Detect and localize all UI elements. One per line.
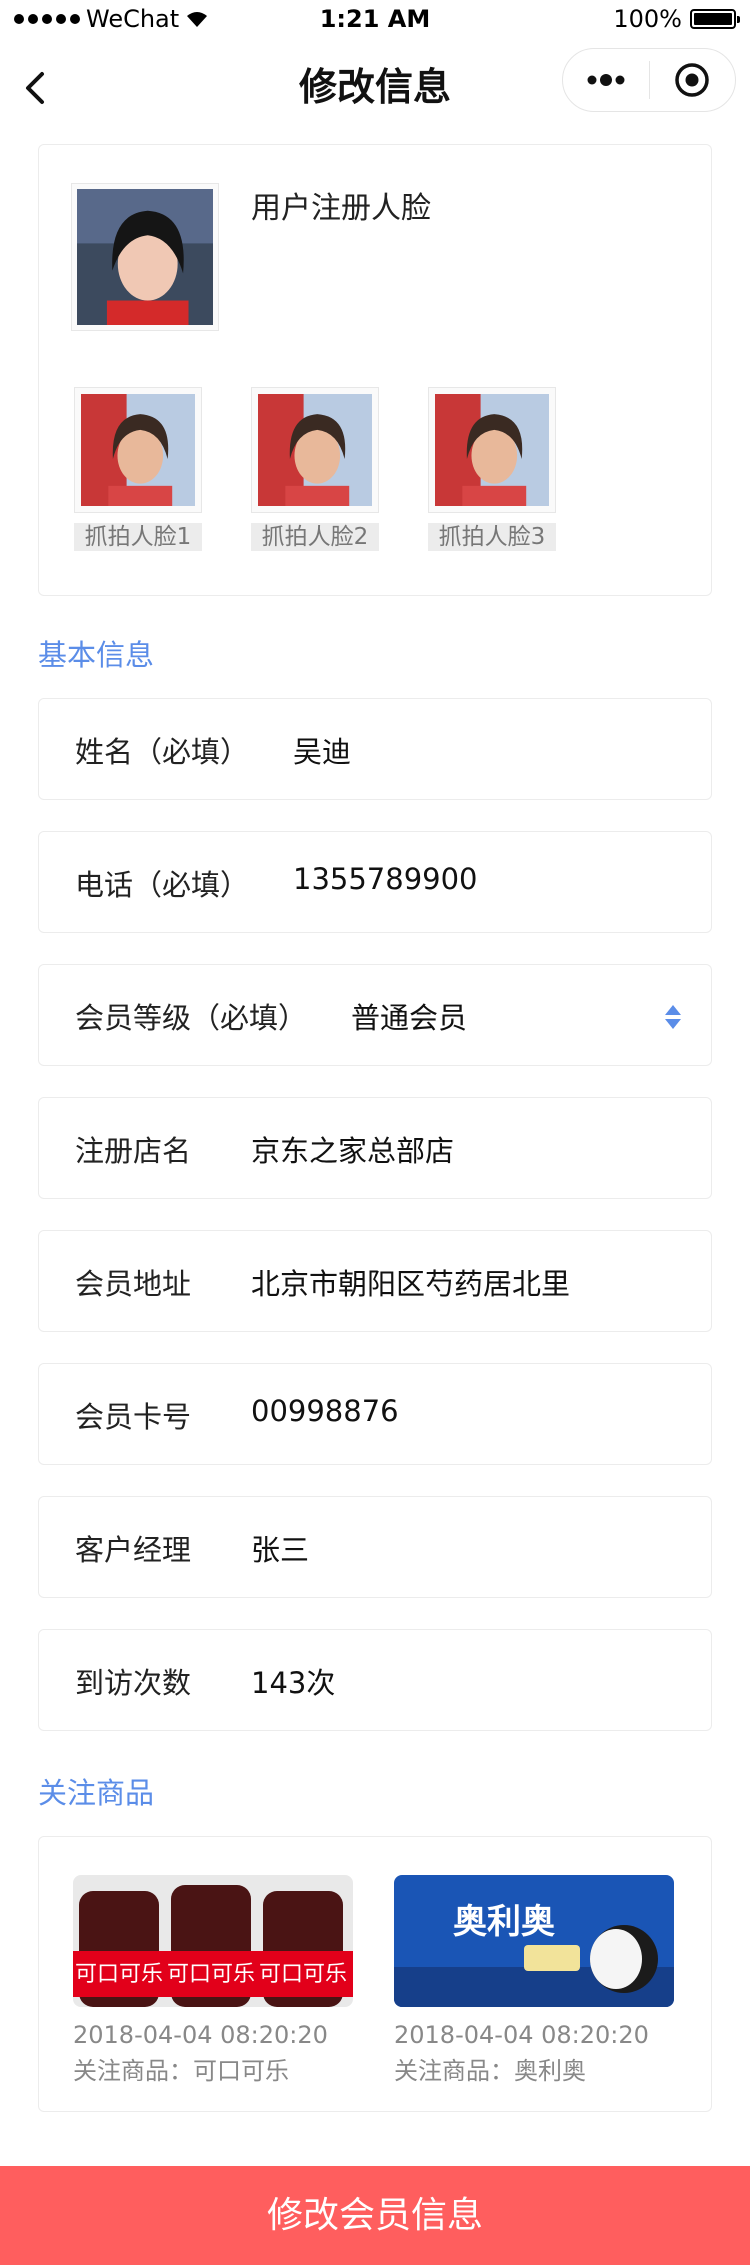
followed-products-card: 可口可乐 可口可乐 可口可乐 2018-04-04 08:20:20 关注商品：…: [38, 1836, 712, 2112]
update-member-button[interactable]: 修改会员信息: [0, 2166, 750, 2265]
more-menu-button[interactable]: [563, 49, 649, 111]
snap-face-photo: [428, 387, 556, 513]
svg-text:可口可乐: 可口可乐: [75, 1962, 163, 1987]
member-level-select[interactable]: 会员等级（必填） 普通会员: [38, 964, 712, 1066]
address-value[interactable]: 北京市朝阳区芍药居北里: [251, 1261, 570, 1303]
status-bar: WeChat 1:21 AM 100%: [0, 0, 750, 40]
name-label: 姓名（必填）: [75, 735, 250, 769]
member-level-label: 会员等级（必填）: [75, 1001, 308, 1035]
member-level-value[interactable]: 普通会员: [351, 995, 467, 1037]
close-capsule-button[interactable]: [650, 49, 736, 111]
registered-face-label: 用户注册人脸: [251, 191, 431, 226]
phone-field[interactable]: 电话（必填） 1355789900: [38, 831, 712, 933]
nav-bar: 修改信息: [0, 40, 750, 140]
card-number-label: 会员卡号: [75, 1400, 192, 1434]
select-arrows-icon[interactable]: [663, 1003, 683, 1031]
snap-face-caption: 抓拍人脸2: [251, 523, 379, 551]
manager-label: 客户经理: [75, 1533, 192, 1567]
target-circle-icon: [675, 63, 709, 97]
svg-text:可口可乐: 可口可乐: [259, 1962, 347, 1987]
card-number-value[interactable]: 00998876: [251, 1394, 399, 1428]
snap-face-3[interactable]: 抓拍人脸3: [428, 387, 556, 555]
card-number-field[interactable]: 会员卡号 00998876: [38, 1363, 712, 1465]
status-right: 100%: [613, 5, 740, 33]
phone-value[interactable]: 1355789900: [293, 862, 478, 896]
product-item-coke[interactable]: 可口可乐 可口可乐 可口可乐 2018-04-04 08:20:20 关注商品：…: [73, 1875, 353, 2086]
registered-face-photo[interactable]: [71, 183, 219, 331]
product-timestamp: 2018-04-04 08:20:20: [73, 2021, 328, 2049]
followed-products-heading: 关注商品: [38, 1776, 155, 1810]
snap-face-1[interactable]: 抓拍人脸1: [74, 387, 202, 555]
address-label: 会员地址: [75, 1267, 192, 1301]
manager-value[interactable]: 张三: [251, 1527, 309, 1569]
svg-text:奥利奥: 奥利奥: [453, 1902, 555, 1942]
snap-face-photo: [74, 387, 202, 513]
snap-face-2[interactable]: 抓拍人脸2: [251, 387, 379, 555]
product-image: 可口可乐 可口可乐 可口可乐: [73, 1875, 353, 2007]
basic-info-heading: 基本信息: [38, 638, 155, 672]
store-value[interactable]: 京东之家总部店: [251, 1128, 454, 1170]
address-field[interactable]: 会员地址 北京市朝阳区芍药居北里: [38, 1230, 712, 1332]
svg-text:可口可乐: 可口可乐: [167, 1962, 255, 1987]
store-label: 注册店名: [75, 1134, 192, 1168]
visits-value[interactable]: 143次: [251, 1660, 335, 1702]
visits-field[interactable]: 到访次数 143次: [38, 1629, 712, 1731]
more-dots-icon: [587, 74, 625, 86]
phone-label: 电话（必填）: [75, 868, 250, 902]
name-value[interactable]: 吴迪: [293, 729, 351, 771]
battery-icon: [690, 9, 740, 29]
snap-face-photo: [251, 387, 379, 513]
mini-program-capsule: [562, 48, 736, 112]
product-name: 关注商品：奥利奥: [394, 2057, 586, 2085]
product-name: 关注商品：可口可乐: [73, 2057, 289, 2085]
visits-label: 到访次数: [75, 1666, 192, 1700]
snap-face-caption: 抓拍人脸3: [428, 523, 556, 551]
snap-face-caption: 抓拍人脸1: [74, 523, 202, 551]
product-item-oreo[interactable]: 奥利奥 2018-04-04 08:20:20 关注商品：奥利奥: [394, 1875, 674, 2086]
name-field[interactable]: 姓名（必填） 吴迪: [38, 698, 712, 800]
product-timestamp: 2018-04-04 08:20:20: [394, 2021, 649, 2049]
store-field[interactable]: 注册店名 京东之家总部店: [38, 1097, 712, 1199]
battery-percent: 100%: [613, 5, 682, 33]
product-image: 奥利奥: [394, 1875, 674, 2007]
manager-field[interactable]: 客户经理 张三: [38, 1496, 712, 1598]
face-photos-card: 用户注册人脸 抓拍人脸1 抓拍人脸2 抓拍人脸3: [38, 144, 712, 596]
